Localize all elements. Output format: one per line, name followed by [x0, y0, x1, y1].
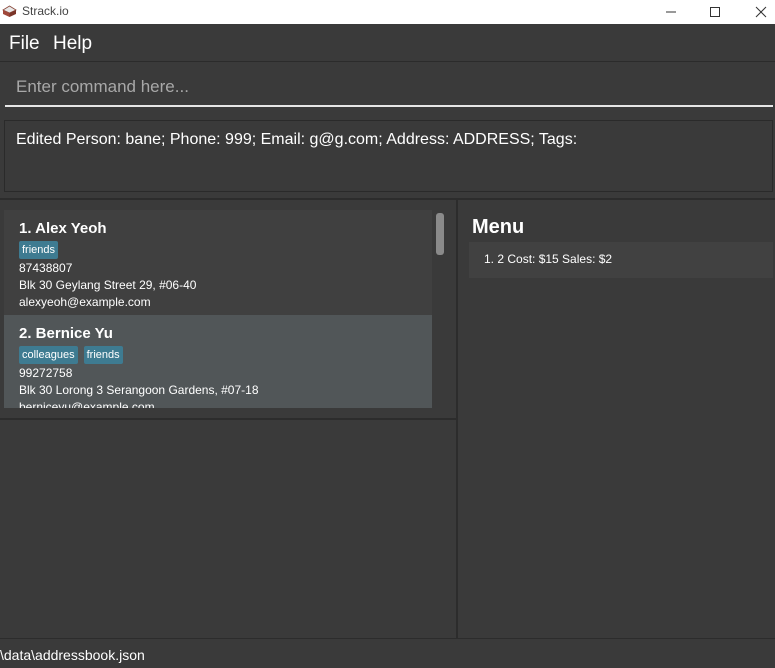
menu-file[interactable]: File	[9, 33, 40, 55]
tag-badge: friends	[19, 241, 59, 259]
person-tags: colleagues friends	[19, 346, 123, 364]
divider	[0, 418, 458, 420]
person-name: 1. Alex Yeoh	[19, 220, 107, 237]
command-input[interactable]	[5, 69, 773, 105]
tag-badge: friends	[83, 346, 123, 364]
close-icon	[755, 6, 767, 18]
person-address: Blk 30 Geylang Street 29, #06-40	[19, 278, 197, 292]
person-address: Blk 30 Lorong 3 Serangoon Gardens, #07-1…	[19, 383, 259, 397]
menu-title: Menu	[472, 216, 525, 238]
app-window: Strack.io File Help Edited Person: bane;…	[0, 0, 775, 668]
person-list[interactable]: 1. Alex Yeoh friends 87438807 Blk 30 Gey…	[4, 210, 432, 408]
menu-list[interactable]: 1. 2 Cost: $15 Sales: $2	[469, 242, 773, 278]
title-bar: Strack.io	[0, 0, 775, 24]
person-tags: friends	[19, 241, 59, 259]
person-phone: 87438807	[19, 261, 73, 275]
list-scrollbar-thumb[interactable]	[436, 213, 444, 255]
minimize-button[interactable]	[648, 0, 694, 24]
result-text: Edited Person: bane; Phone: 999; Email: …	[16, 131, 578, 148]
command-box	[5, 69, 773, 107]
person-name: 2. Bernice Yu	[19, 325, 113, 342]
maximize-button[interactable]	[692, 0, 738, 24]
person-card-selected[interactable]: 2. Bernice Yu colleagues friends 9927275…	[4, 315, 432, 408]
tag-badge: colleagues	[19, 346, 78, 364]
person-email: berniceyu@example.com	[19, 400, 155, 408]
person-phone: 99272758	[19, 366, 73, 380]
maximize-icon	[710, 7, 720, 17]
menu-bar: File Help	[0, 24, 775, 62]
menu-help[interactable]: Help	[53, 33, 92, 55]
result-display: Edited Person: bane; Phone: 999; Email: …	[4, 120, 773, 192]
menu-panel: Menu 1. 2 Cost: $15 Sales: $2	[460, 200, 775, 638]
person-email: alexyeoh@example.com	[19, 295, 151, 309]
menu-list-item[interactable]: 1. 2 Cost: $15 Sales: $2	[484, 252, 612, 266]
save-location: \data\addressbook.json	[0, 647, 145, 663]
window-title: Strack.io	[22, 4, 69, 18]
minimize-icon	[666, 11, 676, 13]
cake-icon	[2, 5, 17, 17]
person-card[interactable]: 1. Alex Yeoh friends 87438807 Blk 30 Gey…	[4, 210, 432, 315]
close-button[interactable]	[738, 0, 775, 24]
status-bar: \data\addressbook.json	[0, 638, 775, 668]
